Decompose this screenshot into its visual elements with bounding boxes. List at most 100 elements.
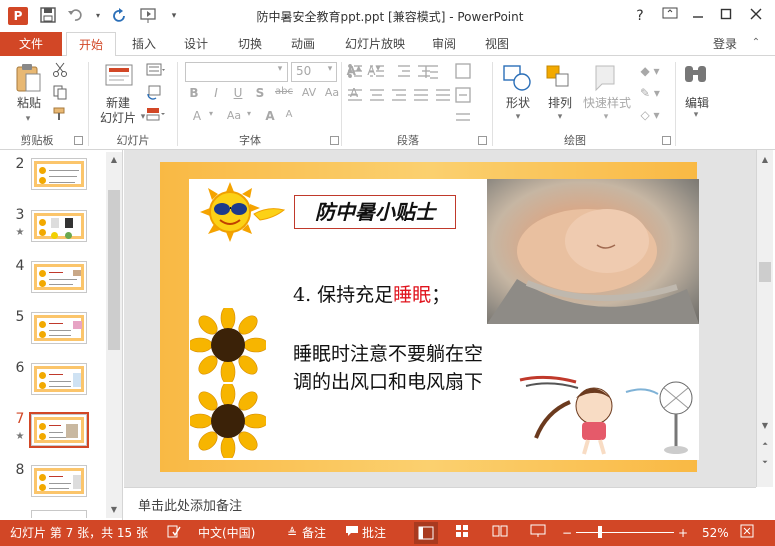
clipboard-launcher-icon[interactable] (74, 136, 83, 145)
italic-icon[interactable]: I (209, 86, 223, 100)
tab-home[interactable]: 开始 (66, 32, 116, 57)
new-slide-label-line2[interactable]: 幻灯片 (92, 111, 144, 125)
spell-check-icon[interactable] (166, 524, 182, 542)
thumbnail-slide-8[interactable] (31, 465, 87, 497)
arrange-icon[interactable] (544, 62, 574, 94)
zoom-slider-track[interactable] (576, 532, 674, 533)
slide-scroll-up-icon[interactable]: ▲ (758, 153, 772, 167)
shapes-label[interactable]: 形状 (500, 96, 536, 110)
zoom-out-icon[interactable]: − (560, 524, 574, 542)
notes-placeholder[interactable]: 单击此处添加备注 (138, 495, 242, 514)
login-link[interactable]: 登录 (713, 32, 737, 56)
slide-scroll-down-icon[interactable]: ▼ (758, 419, 772, 433)
undo-dropdown-icon[interactable]: ▾ (88, 7, 108, 25)
comments-icon[interactable] (344, 524, 360, 542)
thumbnails-scroll-down-icon[interactable]: ▼ (107, 503, 121, 517)
tab-review[interactable]: 审阅 (424, 32, 464, 56)
quick-styles-dropdown-icon[interactable]: ▾ (600, 112, 612, 122)
thumbnails-scroll-thumb[interactable] (108, 190, 120, 350)
editing-dropdown-icon[interactable]: ▾ (690, 110, 702, 120)
normal-view-button[interactable] (414, 522, 438, 544)
font-color-icon[interactable]: A (190, 109, 204, 123)
font-name-dropdown-icon[interactable]: ▾ (274, 64, 286, 74)
help-button[interactable]: ? (626, 4, 654, 28)
bold-icon[interactable]: B (187, 86, 201, 100)
thumbnails-scroll-up-icon[interactable]: ▲ (107, 153, 121, 167)
language-status[interactable]: 中文(中国) (198, 524, 255, 542)
shape-effects-icon[interactable]: ◇ ▾ (638, 108, 662, 122)
copy-icon[interactable] (52, 84, 68, 100)
font-color-dropdown-icon[interactable]: ▾ (206, 109, 216, 118)
strikethrough-icon[interactable]: abc (274, 86, 294, 97)
layout-icon[interactable] (146, 62, 166, 78)
save-icon[interactable] (38, 7, 58, 25)
find-binoculars-icon[interactable] (682, 62, 710, 90)
drawing-launcher-icon[interactable] (662, 136, 671, 145)
tab-design[interactable]: 设计 (176, 32, 216, 56)
undo-icon[interactable] (66, 7, 86, 25)
character-spacing-icon[interactable]: AV (298, 86, 320, 99)
font-name-combobox[interactable] (185, 62, 288, 82)
shrink-font-icon[interactable]: A (282, 109, 296, 120)
thumbnail-slide-9-partial[interactable] (31, 510, 87, 518)
redo-icon[interactable] (110, 7, 130, 25)
font-case-icon[interactable]: Aa (224, 109, 244, 122)
tab-insert[interactable]: 插入 (124, 32, 164, 56)
thumbnail-slide-5[interactable] (31, 312, 87, 344)
arrange-label[interactable]: 排列 (542, 96, 578, 110)
zoom-level[interactable]: 52% (702, 524, 729, 542)
text-shadow-icon[interactable]: S (253, 86, 267, 100)
reading-view-icon[interactable] (490, 524, 510, 542)
change-case-icon[interactable]: Aa (322, 86, 342, 99)
editing-label[interactable]: 编辑 (680, 96, 714, 110)
notes-icon[interactable]: ≜ (284, 524, 300, 542)
paste-label[interactable]: 粘贴 (12, 96, 46, 110)
slide-show-view-icon[interactable] (528, 524, 548, 542)
shapes-icon[interactable] (500, 62, 534, 94)
underline-icon[interactable]: U (231, 86, 245, 100)
reset-icon[interactable] (146, 84, 162, 100)
section-icon[interactable] (146, 106, 166, 122)
paste-dropdown-icon[interactable]: ▾ (22, 114, 34, 124)
new-slide-icon[interactable] (104, 62, 134, 92)
shapes-dropdown-icon[interactable]: ▾ (512, 112, 524, 122)
paragraph-launcher-icon[interactable] (478, 136, 487, 145)
tab-file[interactable]: 文件 (0, 32, 62, 56)
baby-photo[interactable] (487, 179, 699, 324)
new-slide-label-line1[interactable]: 新建 (96, 96, 140, 110)
arrange-dropdown-icon[interactable]: ▾ (554, 112, 566, 122)
grow-font-icon[interactable]: A (262, 109, 278, 123)
tab-transitions[interactable]: 切换 (230, 32, 270, 56)
powerpoint-app-icon[interactable]: P (8, 7, 28, 25)
thumbnail-slide-3[interactable] (31, 210, 87, 242)
font-case-dropdown-icon[interactable]: ▾ (244, 109, 254, 118)
paste-icon[interactable] (14, 62, 44, 94)
point-text[interactable]: 4. 保持充足睡眠； (293, 280, 450, 307)
slide-title[interactable]: 防中暑小贴士 (294, 195, 456, 229)
fit-slide-icon[interactable] (738, 524, 756, 542)
start-from-beginning-icon[interactable] (138, 7, 158, 25)
thumbnail-slide-7[interactable] (31, 414, 87, 446)
slide-scroll-thumb[interactable] (759, 262, 771, 282)
close-icon[interactable] (742, 4, 770, 28)
collapse-ribbon-icon[interactable]: ⌃ (749, 36, 763, 50)
comments-button[interactable]: 批注 (362, 524, 386, 542)
zoom-in-icon[interactable]: + (676, 524, 690, 542)
zoom-slider-thumb[interactable] (598, 526, 602, 538)
next-slide-icon[interactable]: ⏷ (758, 455, 772, 469)
previous-slide-icon[interactable]: ⏶ (758, 437, 772, 451)
font-launcher-icon[interactable] (330, 136, 339, 145)
font-size-dropdown-icon[interactable]: ▾ (324, 64, 336, 74)
tab-animations[interactable]: 动画 (283, 32, 323, 56)
slide-sorter-view-icon[interactable] (452, 524, 472, 542)
quick-styles-icon[interactable] (590, 62, 620, 94)
thumbnail-slide-2[interactable] (31, 158, 87, 190)
cut-icon[interactable] (52, 62, 68, 78)
quick-styles-label[interactable]: 快速样式 (580, 96, 634, 110)
customize-qat-icon[interactable]: ▾ (164, 7, 184, 25)
shape-outline-icon[interactable]: ✎ ▾ (638, 86, 662, 100)
format-painter-icon[interactable] (52, 106, 68, 122)
thumbnail-slide-4[interactable] (31, 261, 87, 293)
maximize-icon[interactable] (712, 4, 740, 28)
minimize-icon[interactable] (684, 4, 712, 28)
